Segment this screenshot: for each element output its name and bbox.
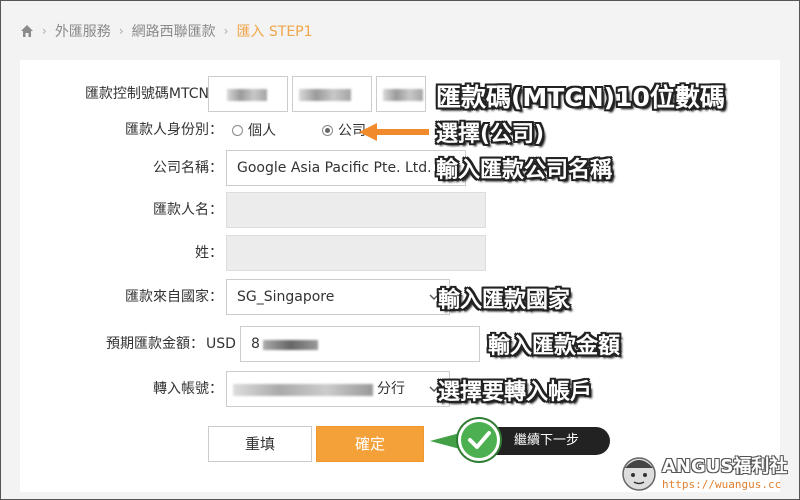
breadcrumb-item-current: 匯入 STEP1 [236, 24, 313, 40]
company-name-input[interactable]: Google Asia Pacific Pte. Ltd. [226, 150, 466, 186]
account-label: 轉入帳號： [153, 381, 223, 397]
amount-value: 8 [251, 336, 260, 352]
watermark: ANGUS福利社 https://wuangus.cc [616, 448, 796, 498]
breadcrumb-item-western-union[interactable]: 網路西聯匯款 [132, 21, 216, 41]
annotation-country: 輸入匯款國家 [438, 288, 571, 313]
blurred-value [299, 89, 351, 101]
chevron-right-icon: › [42, 24, 47, 38]
checkmark-icon [458, 419, 500, 461]
mascot-icon [622, 457, 656, 491]
sender-name-label: 匯款人名： [153, 202, 223, 218]
chevron-right-icon: › [118, 24, 124, 38]
country-select-value: SG_Singapore [237, 289, 335, 305]
sender-name-input[interactable] [226, 192, 486, 228]
reset-button[interactable]: 重填 [208, 426, 312, 462]
identity-option-individual-label: 個人 [248, 123, 276, 139]
annotation-amount: 輸入匯款金額 [488, 334, 621, 359]
confirm-button[interactable]: 確定 [316, 426, 424, 462]
mtcn-input-2[interactable] [292, 76, 372, 112]
blurred-value [263, 340, 318, 350]
annotation-mtcn: 匯款碼(MTCN)10位數碼 [436, 83, 725, 112]
home-icon[interactable] [20, 24, 34, 38]
mtcn-input-3[interactable] [376, 76, 426, 112]
mtcn-input-1[interactable] [208, 76, 288, 112]
amount-row: 預期匯款金額： USD 8 [20, 326, 780, 362]
country-label: 匯款來自國家： [125, 289, 223, 305]
annotation-account: 選擇要轉入帳戶 [438, 380, 593, 405]
identity-label: 匯款人身份別： [125, 122, 223, 138]
watermark-url: https://wuangus.cc [662, 478, 782, 491]
currency-label: USD [206, 336, 236, 352]
surname-label: 姓： [195, 245, 223, 261]
chevron-right-icon: › [223, 24, 229, 38]
mtcn-label: 匯款控制號碼MTCN： [84, 86, 223, 102]
radio-company[interactable] [322, 124, 333, 136]
account-select[interactable]: 分行 [226, 371, 450, 407]
blurred-value [383, 89, 423, 101]
account-suffix: 分行 [377, 381, 405, 397]
annotation-company: 輸入匯款公司名稱 [436, 158, 613, 183]
breadcrumb-item-forex[interactable]: 外匯服務 [55, 21, 111, 41]
identity-option-individual[interactable]: 個人 [232, 120, 276, 140]
surname-row: 姓： [20, 235, 780, 271]
country-select[interactable]: SG_Singapore [226, 279, 450, 315]
blurred-value [233, 384, 373, 396]
amount-label: 預期匯款金額： [106, 336, 204, 352]
blurred-value [227, 89, 267, 101]
annotation-identity: 選擇(公司) [436, 122, 545, 147]
company-label: 公司名稱： [153, 160, 223, 176]
sender-name-row: 匯款人名： [20, 192, 780, 228]
arrow-left-icon [359, 123, 429, 141]
breadcrumb: › 外匯服務 › 網路西聯匯款 › 匯入 STEP1 [20, 20, 313, 42]
account-row: 轉入帳號： 分行 [20, 371, 780, 407]
watermark-title: ANGUS福利社 [662, 456, 788, 477]
surname-input[interactable] [226, 235, 486, 271]
identity-radio-group: 個人 公司 [232, 112, 366, 148]
radio-individual[interactable] [232, 124, 243, 136]
badge-tail [430, 433, 460, 449]
amount-input[interactable]: 8 [240, 326, 480, 362]
next-step-badge: 繼續下一步 [430, 419, 610, 461]
country-row: 匯款來自國家： SG_Singapore [20, 279, 780, 315]
company-row: 公司名稱： Google Asia Pacific Pte. Ltd. [20, 150, 780, 186]
